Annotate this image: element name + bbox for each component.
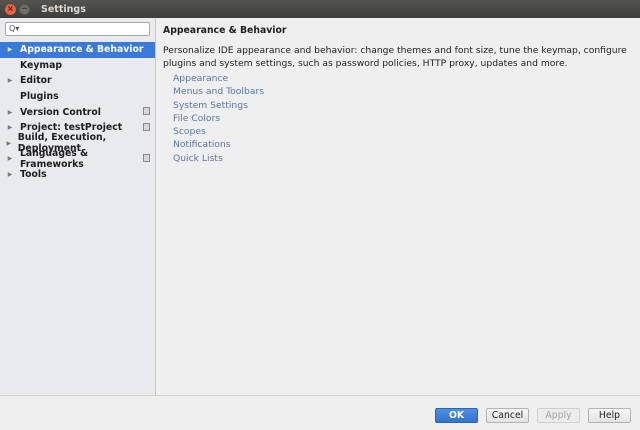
link-quick-lists[interactable]: Quick Lists (173, 152, 264, 165)
tree-item-label: Version Control (20, 106, 101, 118)
expand-arrow-icon[interactable]: ▶ (0, 46, 20, 53)
tree-item-label: Plugins (20, 91, 59, 103)
search-box[interactable]: Q▾ (5, 22, 150, 36)
expand-arrow-icon[interactable]: ▶ (0, 171, 20, 178)
page-title: Appearance & Behavior (163, 25, 287, 36)
project-settings-icon (143, 122, 150, 131)
section-description: Personalize IDE appearance and behavior:… (163, 45, 627, 69)
search-icon: Q▾ (9, 24, 20, 33)
settings-tree: ▶ Appearance & Behavior Keymap ▶ Editor … (0, 42, 155, 182)
tree-item-label: Appearance & Behavior (20, 44, 144, 56)
dialog-footer: OK Cancel Apply Help (0, 395, 640, 430)
window-title: Settings (41, 3, 86, 15)
link-file-colors[interactable]: File Colors (173, 112, 264, 125)
title-bar: × − Settings (0, 0, 640, 18)
project-settings-icon (143, 107, 150, 116)
close-window-button[interactable]: × (5, 3, 16, 15)
tree-item-tools[interactable]: ▶ Tools (0, 167, 155, 183)
expand-arrow-icon[interactable]: ▶ (0, 140, 18, 147)
subsection-links: Appearance Menus and Toolbars System Set… (173, 72, 264, 165)
expand-arrow-icon[interactable]: ▶ (0, 77, 20, 84)
search-input[interactable] (22, 23, 146, 35)
expand-arrow-icon[interactable]: ▶ (0, 109, 20, 116)
tree-item-appearance-behavior[interactable]: ▶ Appearance & Behavior (0, 42, 155, 58)
link-system-settings[interactable]: System Settings (173, 99, 264, 112)
help-button[interactable]: Help (588, 408, 631, 423)
close-icon: × (7, 4, 14, 13)
apply-button: Apply (537, 408, 580, 423)
tree-item-languages-frameworks[interactable]: ▶ Languages & Frameworks (0, 148, 155, 170)
expand-arrow-icon[interactable]: ▶ (0, 124, 20, 131)
tree-item-label: Editor (20, 75, 52, 87)
tree-item-version-control[interactable]: ▶ Version Control (0, 104, 155, 120)
link-scopes[interactable]: Scopes (173, 125, 264, 138)
tree-item-keymap[interactable]: Keymap (0, 58, 155, 74)
expand-arrow-icon[interactable]: ▶ (0, 155, 20, 162)
link-notifications[interactable]: Notifications (173, 138, 264, 151)
ok-button[interactable]: OK (435, 408, 478, 423)
link-appearance[interactable]: Appearance (173, 72, 264, 85)
cancel-button[interactable]: Cancel (486, 408, 529, 423)
settings-sidebar: Q▾ ▶ Appearance & Behavior Keymap ▶ Edit… (0, 18, 156, 395)
tree-item-label: Tools (20, 169, 47, 181)
tree-item-editor[interactable]: ▶ Editor (0, 73, 155, 89)
tree-item-label: Keymap (20, 59, 63, 71)
tree-item-plugins[interactable]: Plugins (0, 89, 155, 105)
link-menus-and-toolbars[interactable]: Menus and Toolbars (173, 85, 264, 98)
minimize-window-button[interactable]: − (19, 3, 30, 15)
project-settings-icon (143, 154, 150, 163)
minimize-icon: − (21, 4, 28, 13)
